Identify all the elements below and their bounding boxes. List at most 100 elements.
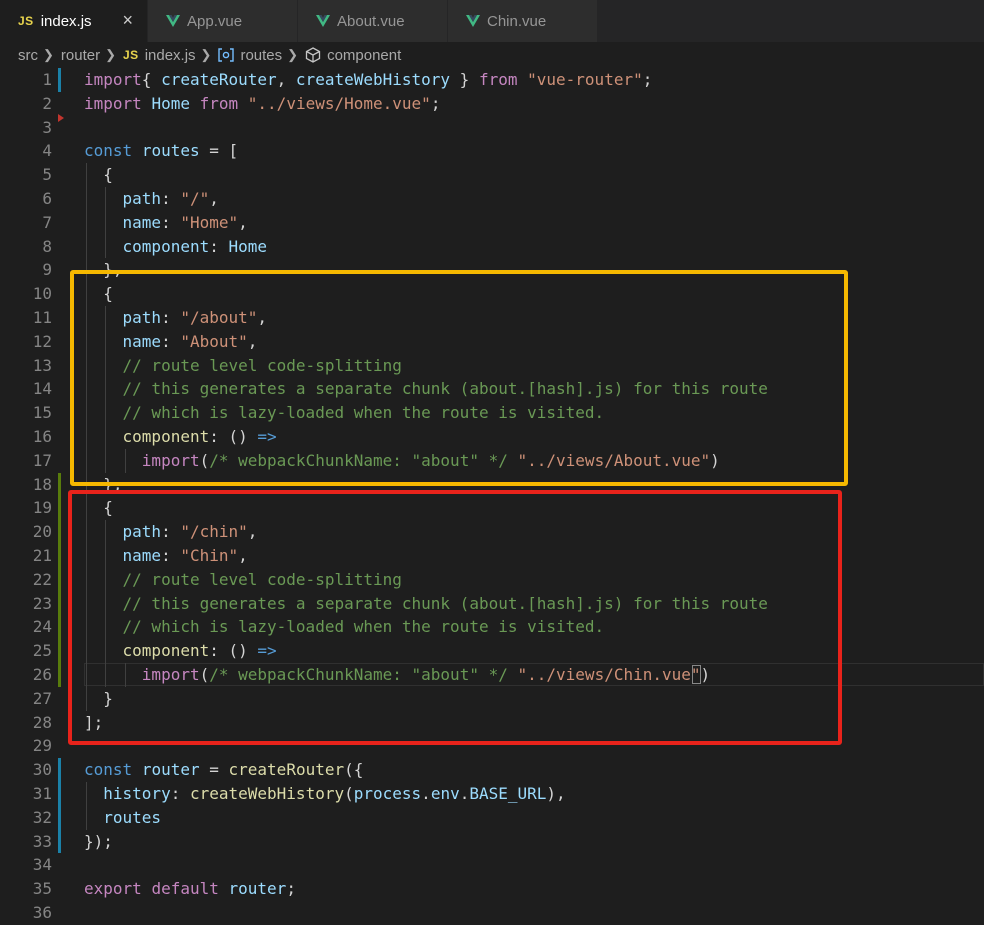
line-number: 6 — [42, 189, 52, 208]
close-icon[interactable]: × — [122, 11, 133, 29]
vue-icon-wrap — [466, 15, 480, 27]
code-token: import — [84, 70, 142, 89]
breadcrumb-item-router[interactable]: router — [61, 47, 100, 64]
code-token: "/" — [180, 189, 210, 208]
code-token: Home — [228, 236, 268, 256]
line-number: 3 — [42, 117, 52, 137]
code-token: ; — [430, 93, 441, 113]
code-token: : — [170, 784, 190, 803]
line-number: 11 — [32, 308, 52, 327]
line-number: 10 — [32, 284, 52, 304]
line-number: 16 — [32, 427, 52, 446]
line-number: 26 — [32, 665, 52, 684]
code-token: routes — [103, 807, 162, 827]
cube-icon — [305, 47, 321, 63]
tab-app-vue[interactable]: App.vue — [148, 0, 298, 42]
code-token: const — [84, 141, 133, 161]
code-token: { — [141, 70, 162, 89]
code-token: = [ — [199, 141, 239, 161]
code-text: { — [84, 163, 113, 187]
code-token: . — [459, 784, 470, 803]
line-number: 15 — [32, 403, 52, 423]
line-number: 12 — [32, 331, 52, 351]
highlight-box-yellow — [70, 270, 848, 486]
line-number: 5 — [42, 165, 52, 185]
tab-about-vue[interactable]: About.vue — [298, 0, 448, 42]
line-number: 23 — [32, 593, 52, 613]
vue-icon — [166, 15, 180, 27]
vue-icon-wrap — [166, 15, 180, 27]
breadcrumb: src ❯ router ❯ JS index.js ❯ routes ❯ component — [0, 42, 984, 68]
code-token: export — [84, 879, 142, 899]
code-token: : — [161, 189, 181, 208]
code-text: import{ createRouter, createWebHistory }… — [84, 68, 652, 92]
code-token: "vue-router" — [527, 70, 643, 89]
tab-index-js[interactable]: JS index.js × — [0, 0, 148, 42]
code-token: name — [122, 212, 162, 232]
tab-chin-vue[interactable]: Chin.vue — [448, 0, 598, 42]
code-token: { — [84, 165, 113, 185]
code-token: createRouter — [161, 70, 277, 89]
tab-label: App.vue — [187, 12, 243, 30]
code-text: export default router; — [84, 877, 296, 901]
code-line: 7 name: "Home", — [0, 211, 984, 235]
breadcrumb-item-component[interactable]: component — [327, 47, 401, 64]
code-line: 1 import{ createRouter, createWebHistory … — [0, 68, 984, 92]
tab-label: index.js — [40, 12, 92, 30]
js-icon: JS — [18, 14, 34, 28]
code-line: 35 export default router; — [0, 877, 984, 901]
code-token: history — [103, 784, 171, 803]
chevron-right-icon: ❯ — [105, 47, 116, 62]
code-line: 5 { — [0, 163, 984, 187]
code-token: component — [122, 236, 210, 256]
breadcrumb-item-index-js[interactable]: index.js — [145, 47, 196, 64]
code-text: const router = createRouter({ — [84, 758, 363, 782]
code-token: createWebHistory — [189, 784, 345, 803]
chevron-right-icon: ❯ — [43, 47, 54, 62]
code-token: . — [421, 784, 431, 803]
code-token: Home — [151, 93, 190, 113]
code-token: router — [141, 760, 200, 780]
code-token: ), — [546, 784, 566, 803]
code-token: , — [238, 212, 248, 232]
code-token: : — [161, 212, 181, 232]
line-number: 20 — [32, 522, 52, 542]
chevron-right-icon: ❯ — [287, 47, 299, 62]
code-token: } — [450, 70, 479, 89]
line-number: 30 — [32, 760, 52, 780]
code-line: 3 — [0, 116, 984, 140]
line-number: 28 — [32, 712, 52, 732]
line-number: 13 — [32, 355, 52, 375]
highlight-box-red — [68, 490, 842, 745]
code-token: import — [84, 93, 142, 113]
code-token: ; — [286, 879, 296, 899]
code-text: routes — [84, 806, 161, 830]
code-token: , — [276, 70, 296, 89]
code-text: }); — [84, 830, 113, 854]
code-token: path — [122, 189, 162, 208]
breadcrumb-item-routes[interactable]: routes — [240, 47, 282, 64]
line-number: 7 — [42, 212, 52, 232]
code-line: 2 import Home from "../views/Home.vue"; — [0, 92, 984, 116]
line-number: 21 — [32, 546, 52, 565]
line-number: 31 — [32, 784, 52, 803]
code-line: 30 const router = createRouter({ — [0, 758, 984, 782]
line-number: 4 — [42, 141, 52, 161]
code-line: 32 routes — [0, 806, 984, 830]
chevron-right-icon: ❯ — [200, 47, 212, 62]
code-token: ; — [642, 70, 653, 89]
code-token: router — [228, 879, 287, 899]
line-number: 1 — [42, 70, 52, 89]
breadcrumb-item-src[interactable]: src — [18, 47, 38, 64]
code-line: 8 component: Home — [0, 235, 984, 259]
